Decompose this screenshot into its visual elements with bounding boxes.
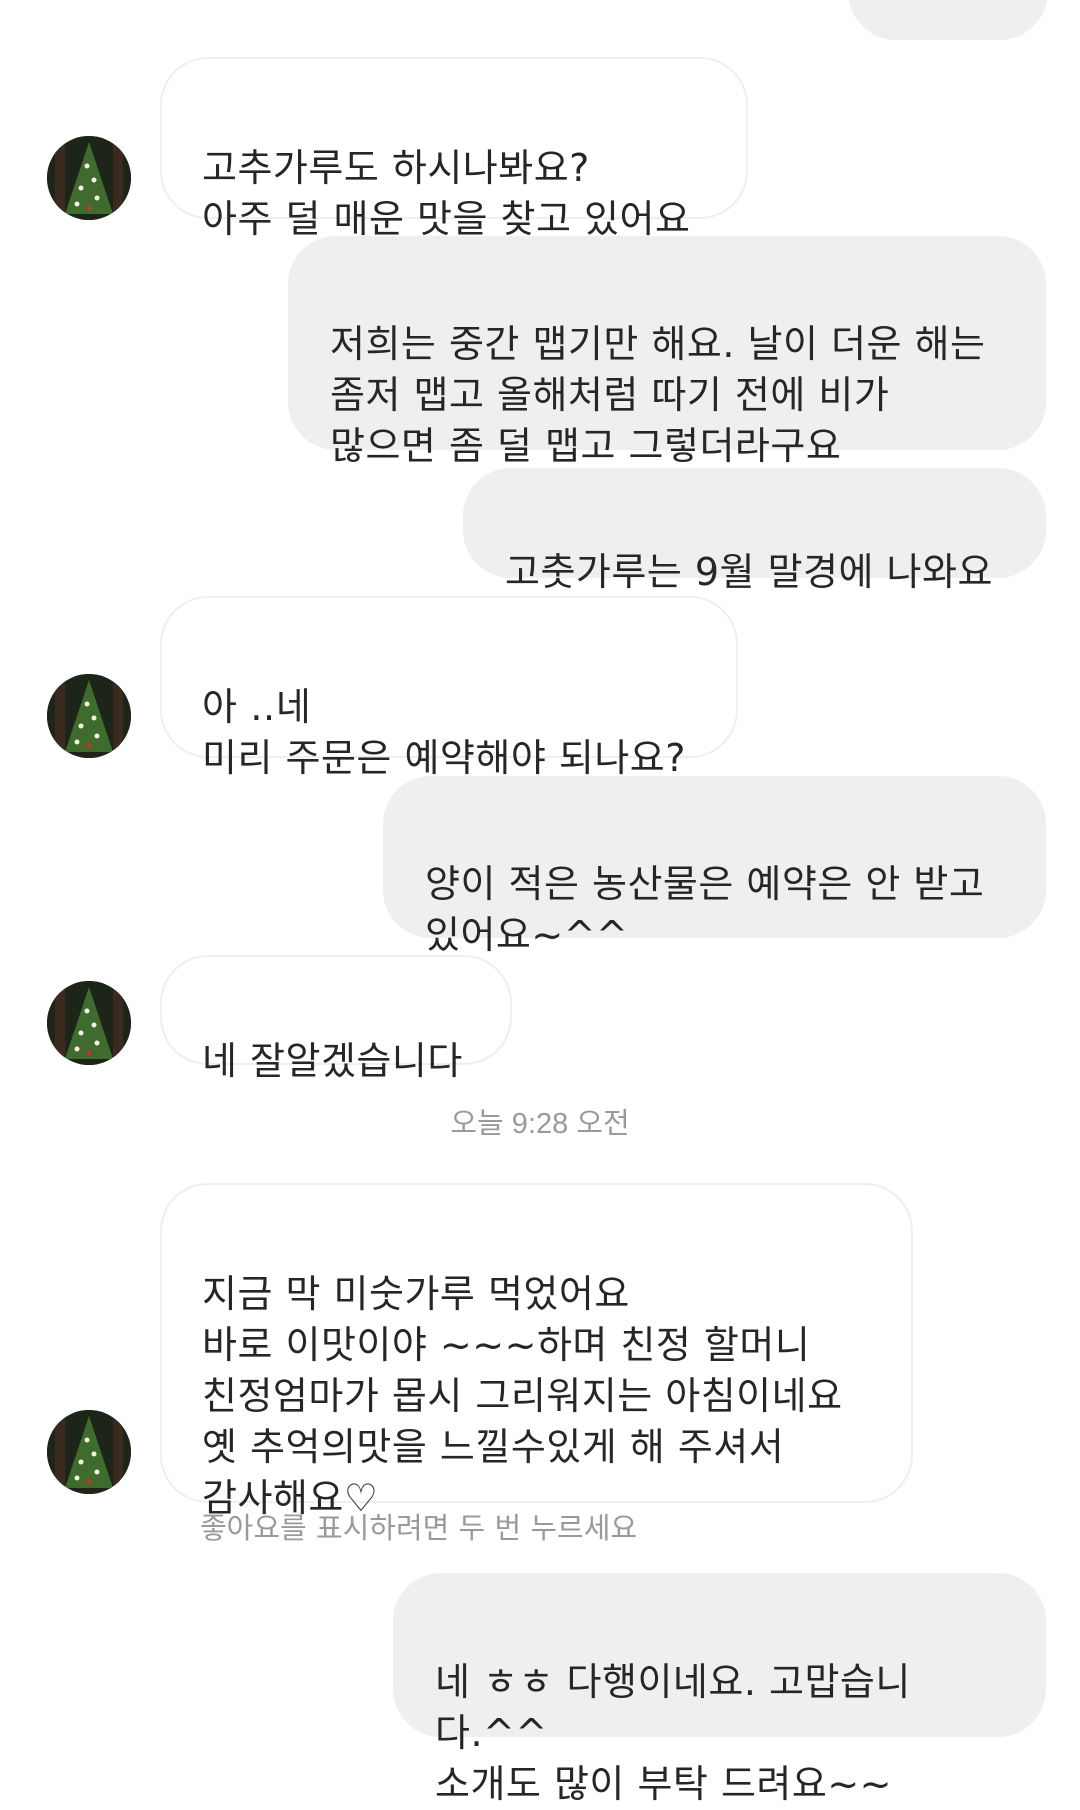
sender-avatar[interactable] (47, 136, 131, 220)
message-bubble-incoming[interactable]: 아 ‥네 미리 주문은 예약해야 되나요? (160, 596, 738, 780)
message-bubble-outgoing[interactable]: 저희는 중간 맵기만 해요. 날이 더운 해는 좀저 맵고 올해처럼 따기 전에… (288, 236, 1046, 468)
double-tap-like-hint: 좋아요를 표시하려면 두 번 누르세요 (200, 1511, 638, 1545)
sender-avatar[interactable] (47, 674, 131, 758)
message-text: 네 잘알겠습니다 (202, 1039, 463, 1083)
christmas-tree-avatar-icon (47, 136, 131, 220)
message-text: 네 ㅎㅎ 다행이네요. 고맙습니다.^^ 소개도 많이 부탁 드려요~~ (435, 1660, 911, 1806)
message-text: 지금 막 미숫가루 먹었어요 바로 이맛이야 ~~~하며 친정 할머니 친정엄마… (202, 1272, 843, 1520)
message-text: 고춧가루는 9월 말경에 나와요 (505, 550, 993, 594)
sender-avatar[interactable] (47, 1410, 131, 1494)
message-bubble-outgoing[interactable]: 네 ㅎㅎ 다행이네요. 고맙습니다.^^ 소개도 많이 부탁 드려요~~ (393, 1573, 1046, 1806)
message-text: 저희는 중간 맵기만 해요. 날이 더운 해는 좀저 맵고 올해처럼 따기 전에… (330, 322, 986, 468)
message-bubble-outgoing-partial[interactable] (848, 0, 1048, 40)
message-bubble-incoming[interactable]: 고추가루도 하시나봐요? 아주 덜 매운 맛을 찾고 있어요 (160, 57, 748, 241)
message-bubble-incoming[interactable]: 네 잘알겠습니다 (160, 955, 512, 1083)
message-text: 고추가루도 하시나봐요? 아주 덜 매운 맛을 찾고 있어요 (202, 146, 691, 241)
message-bubble-outgoing[interactable]: 고춧가루는 9월 말경에 나와요 (463, 468, 1046, 594)
christmas-tree-avatar-icon (47, 1410, 131, 1494)
message-bubble-outgoing[interactable]: 양이 적은 농산물은 예약은 안 받고 있어요~^^ (383, 776, 1046, 957)
message-timestamp: 오늘 9:28 오전 (450, 1108, 630, 1140)
christmas-tree-avatar-icon (47, 674, 131, 758)
christmas-tree-avatar-icon (47, 981, 131, 1065)
message-text: 양이 적은 농산물은 예약은 안 받고 있어요~^^ (425, 862, 985, 957)
sender-avatar[interactable] (47, 981, 131, 1065)
message-text: 아 ‥네 미리 주문은 예약해야 되나요? (202, 685, 686, 780)
message-bubble-incoming[interactable]: 지금 막 미숫가루 먹었어요 바로 이맛이야 ~~~하며 친정 할머니 친정엄마… (160, 1183, 913, 1520)
